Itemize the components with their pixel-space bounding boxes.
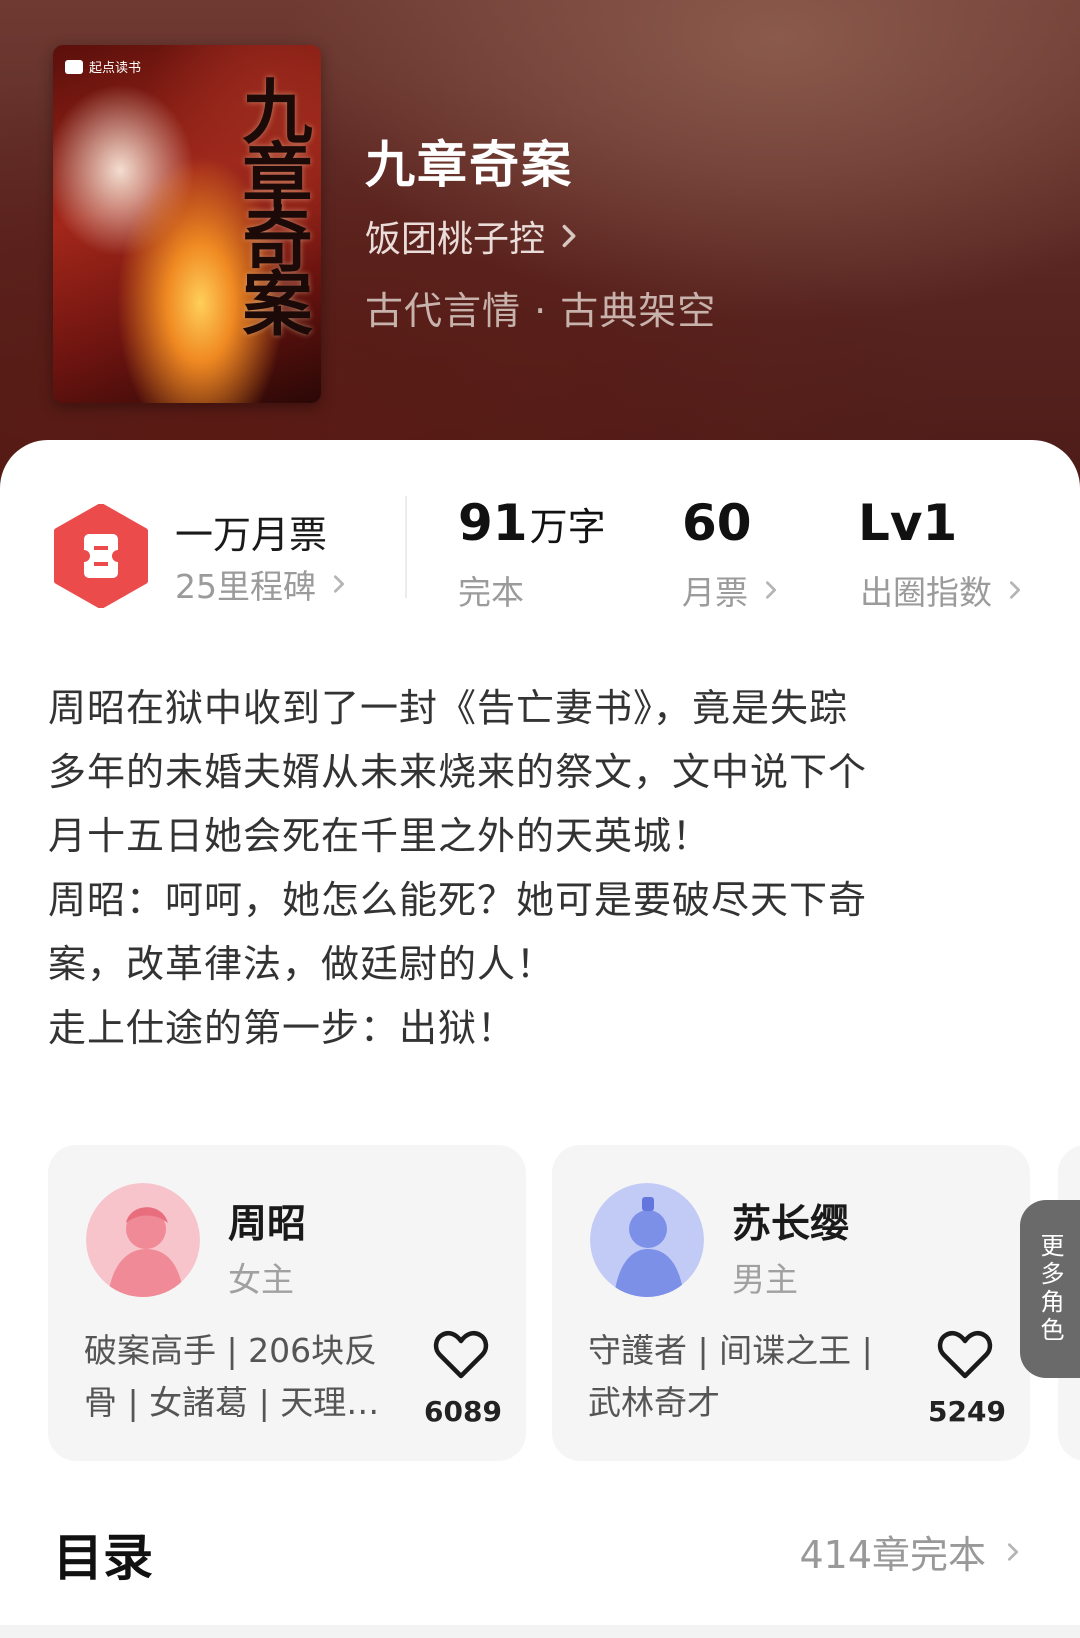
monthly-votes-count: 60 [682, 494, 752, 552]
section-divider [0, 1625, 1080, 1638]
description-line: 周昭：呵呵，她怎么能死？她可是要破尽天下奇 [48, 878, 868, 922]
chapter-count: 414章完本 [799, 1533, 986, 1577]
role-name: 苏长缨 [732, 1202, 850, 1247]
word-status-label: 完本 [458, 573, 524, 612]
word-count: 91 万字 [458, 494, 606, 552]
toc-title: 目录 [53, 1529, 153, 1587]
role-tags-line: 骨 | 女諸葛 | 天理… [84, 1383, 380, 1422]
author-name: 饭团桃子控 [365, 219, 546, 260]
brand-logo-icon [65, 59, 83, 74]
like-count: 5249 [928, 1395, 1006, 1428]
level-link[interactable]: 出圈指数 [860, 566, 1026, 614]
role-tags-line: 武林奇才 [588, 1383, 720, 1422]
like-count: 6089 [424, 1395, 502, 1428]
cover-title-art: 九章奇案 [231, 75, 314, 331]
level-label: 出圈指数 [860, 573, 992, 612]
avatar [86, 1183, 200, 1297]
book-genre: 古代言情 · 古典架空 [365, 289, 717, 333]
chevron-right-icon [1009, 581, 1021, 599]
ticket-hexagon-icon[interactable] [53, 504, 149, 608]
chevron-right-icon [1007, 1542, 1019, 1561]
role-tags: 守護者 | 间谍之王 | 武林奇才 [588, 1325, 908, 1429]
level-value: Lv1 [858, 494, 958, 552]
description-line: 案，改革律法，做廷尉的人！ [48, 942, 556, 986]
chevron-right-icon [333, 575, 345, 593]
heart-outline-icon[interactable] [433, 1330, 489, 1380]
word-status: 完本 [458, 566, 524, 614]
book-header: 起点读书 九章奇案 九章奇案 饭团桃子控 古代言情 · 古典架空 [0, 0, 1080, 480]
role-type: 女主 [228, 1260, 294, 1299]
cover-brand: 起点读书 [65, 57, 141, 76]
description-line: 多年的未婚夫婿从未来烧来的祭文，文中说下个 [48, 750, 868, 794]
role-name: 周昭 [228, 1202, 307, 1247]
stats-divider [405, 496, 407, 598]
role-tags-line: 守護者 | 间谍之王 | [588, 1331, 873, 1370]
description-line: 月十五日她会死在千里之外的天英城！ [48, 814, 712, 858]
role-tags: 破案高手 | 206块反 骨 | 女諸葛 | 天理… [84, 1325, 404, 1429]
role-tags-line: 破案高手 | 206块反 [84, 1331, 378, 1370]
chevron-right-icon [765, 581, 777, 599]
milestone-link[interactable]: 25里程碑 [175, 560, 350, 608]
word-count-number: 91 [458, 494, 528, 552]
character-avatar-icon [590, 1183, 704, 1297]
book-cover[interactable]: 起点读书 九章奇案 [53, 45, 321, 403]
cover-brand-text: 起点读书 [89, 61, 142, 76]
role-card[interactable]: 苏长缨 男主 守護者 | 间谍之王 | 武林奇才 5249 [552, 1145, 1030, 1461]
monthly-votes-label: 月票 [682, 573, 748, 612]
ticket-title: 一万月票 [175, 513, 328, 557]
monthly-votes-link[interactable]: 月票 [682, 566, 782, 614]
word-count-unit: 万字 [529, 505, 606, 549]
book-title: 九章奇案 [365, 136, 573, 194]
book-description[interactable]: 周昭在狱中收到了一封《告亡妻书》，竟是失踪 多年的未婚夫婿从未来烧来的祭文，文中… [48, 676, 1008, 1060]
stats-row: 一万月票 25里程碑 91 万字 完本 60 月票 Lv1 出圈指数 [0, 490, 1080, 620]
role-card[interactable]: 周昭 女主 破案高手 | 206块反 骨 | 女諸葛 | 天理… 6089 [48, 1145, 526, 1461]
avatar [590, 1183, 704, 1297]
description-line: 走上仕途的第一步：出狱！ [48, 1006, 517, 1050]
more-roles-button[interactable]: 更多角色 [1020, 1200, 1080, 1378]
author-link[interactable]: 饭团桃子控 [365, 210, 583, 262]
milestone-label: 25里程碑 [175, 567, 316, 606]
character-avatar-icon [86, 1183, 200, 1297]
description-line: 周昭在狱中收到了一封《告亡妻书》，竟是失踪 [48, 686, 849, 730]
heart-outline-icon[interactable] [937, 1330, 993, 1380]
chevron-right-icon [562, 224, 576, 248]
toc-link[interactable]: 414章完本 [799, 1524, 1024, 1579]
role-type: 男主 [732, 1260, 798, 1299]
